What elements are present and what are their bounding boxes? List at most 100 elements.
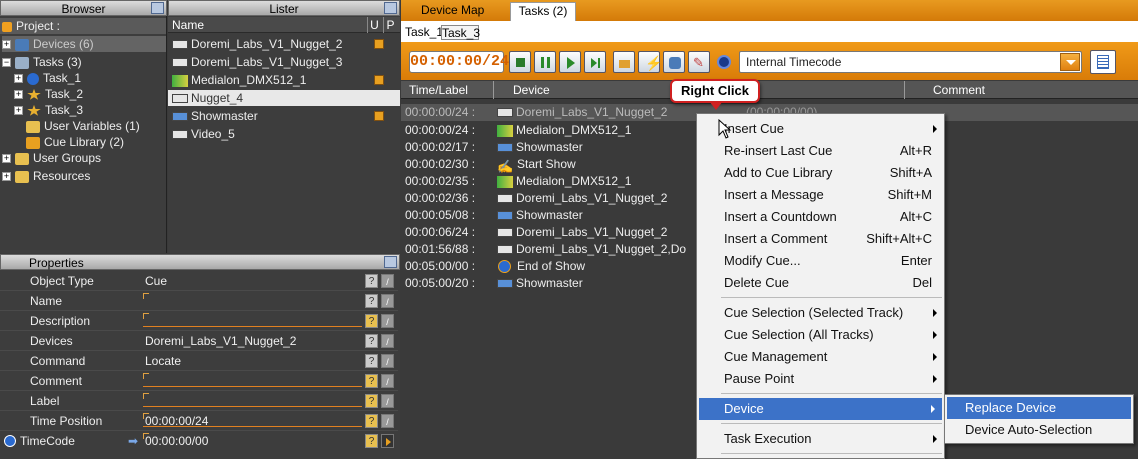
edit-icon[interactable]: / (381, 354, 394, 368)
flash-icon[interactable]: ⚡ (638, 51, 662, 73)
edit-icon[interactable]: / (381, 374, 394, 388)
lister-item-selected[interactable]: Nugget_4 (168, 90, 400, 106)
help-icon[interactable]: ? (365, 414, 378, 428)
menu-item-pause-point[interactable]: Pause Point (697, 368, 944, 390)
edit-icon[interactable]: / (381, 334, 394, 348)
menu-item-reinsert-last-cue[interactable]: Re-insert Last Cue Alt+R (697, 140, 944, 162)
menu-item-insert-message[interactable]: Insert a Message Shift+M (697, 184, 944, 206)
prop-row-description[interactable]: Description ? / (0, 311, 398, 331)
menu-item-cue-selection-selected[interactable]: Cue Selection (Selected Track) (697, 302, 944, 324)
tree-item-devices[interactable]: + Devices (6) (2, 36, 166, 52)
help-icon[interactable]: ? (365, 334, 378, 348)
tab-tasks[interactable]: Tasks (2) (510, 2, 576, 21)
timecode-source-select[interactable]: Internal Timecode (739, 51, 1082, 73)
edit-icon[interactable]: / (381, 394, 394, 408)
prop-row-devices[interactable]: Devices Doremi_Labs_V1_Nugget_2 ? / (0, 331, 398, 351)
tree-item-task-2[interactable]: + Task_2 (14, 86, 83, 102)
play-icon[interactable] (381, 434, 394, 448)
tree-item-user-variables[interactable]: User Variables (1) (26, 118, 140, 134)
prop-row-timecode[interactable]: TimeCode ➡ 00:00:00/00 ? (0, 431, 398, 451)
help-icon[interactable]: ? (365, 294, 378, 308)
prop-value[interactable]: Locate (145, 351, 181, 371)
expand-icon[interactable]: + (14, 90, 23, 100)
lister-item[interactable]: Medialon_DMX512_1 (172, 72, 396, 88)
tab-task-3[interactable]: Task_3 (441, 25, 480, 40)
wrench-icon[interactable]: ✎ (688, 51, 710, 73)
column-name[interactable]: Name (172, 17, 204, 33)
edit-icon[interactable]: / (381, 414, 394, 428)
menu-item-device[interactable]: Device (699, 398, 942, 420)
tree-item-task-3[interactable]: + Task_3 (14, 102, 83, 118)
menu-item-insert-cue[interactable]: Insert Cue (697, 118, 944, 140)
v-flag-icon (374, 75, 384, 85)
pause-button[interactable] (534, 51, 556, 73)
menu-item-task-execution[interactable]: Task Execution (697, 428, 944, 450)
prop-row-time-position[interactable]: Time Position 00:00:00/24 ? / (0, 411, 398, 431)
cue-time: 00:01:56/88 : (405, 242, 476, 256)
lister-item[interactable]: Showmaster (172, 108, 396, 124)
prop-value[interactable]: 00:00:00/24 (145, 411, 208, 431)
menu-item-device-auto-selection[interactable]: Device Auto-Selection (945, 419, 1133, 441)
stop-button[interactable] (509, 51, 531, 73)
help-icon[interactable]: ? (365, 314, 378, 328)
timecode-display[interactable]: 00:00:00/24 (409, 51, 509, 73)
prop-row-object-type: Object Type Cue ? / (0, 271, 398, 291)
next-button[interactable] (584, 51, 606, 73)
devices-icon[interactable] (663, 51, 685, 73)
collapse-icon[interactable]: − (2, 58, 11, 68)
menu-item-cue-management[interactable]: Cue Management (697, 346, 944, 368)
help-icon[interactable]: ? (365, 394, 378, 408)
edit-icon[interactable]: / (381, 274, 394, 288)
tree-item-task-1[interactable]: + Task_1 (14, 70, 81, 86)
menu-item-delete-cue[interactable]: Delete Cue Del (697, 272, 944, 294)
menu-item-replace-device[interactable]: Replace Device (947, 397, 1131, 419)
callout-pointer (709, 101, 723, 110)
help-icon[interactable]: ? (365, 374, 378, 388)
tree-item-project[interactable]: Project : (0, 18, 166, 34)
column-device[interactable]: Device (513, 81, 550, 99)
help-icon[interactable]: ? (365, 354, 378, 368)
expand-icon[interactable]: + (14, 106, 23, 116)
column-p[interactable]: P (383, 17, 397, 33)
menu-item-add-to-cue-library[interactable]: Add to Cue Library Shift+A (697, 162, 944, 184)
prop-row-name[interactable]: Name ? / (0, 291, 398, 311)
field-corner (143, 293, 149, 299)
column-u[interactable]: U (367, 17, 381, 33)
tab-device-map[interactable]: Device Map (421, 3, 484, 17)
help-icon[interactable]: ? (365, 274, 378, 288)
help-icon[interactable]: ? (365, 434, 378, 448)
expand-icon[interactable]: + (2, 40, 11, 50)
tab-task-1[interactable]: Task_1 (405, 24, 443, 41)
lister-item[interactable]: Doremi_Labs_V1_Nugget_2 (172, 36, 396, 52)
prop-row-label[interactable]: Label ? / (0, 391, 398, 411)
tree-item-tasks[interactable]: − Tasks (3) (2, 54, 82, 70)
browser-options-icon[interactable] (151, 2, 164, 14)
tree-item-user-groups[interactable]: + User Groups (2, 150, 101, 166)
prop-row-command[interactable]: Command Locate ? / (0, 351, 398, 371)
prop-row-comment[interactable]: Comment ? / (0, 371, 398, 391)
list-view-icon[interactable] (1090, 50, 1116, 74)
showmaster-icon (497, 143, 513, 153)
column-time-label[interactable]: Time/Label (409, 81, 468, 99)
column-comment[interactable]: Comment (933, 81, 985, 99)
properties-options-icon[interactable] (384, 256, 397, 268)
lister-options-icon[interactable] (384, 2, 397, 14)
tree-item-resources[interactable]: + Resources (2, 168, 90, 184)
chevron-down-icon[interactable] (1060, 53, 1080, 71)
menu-item-cue-selection-all[interactable]: Cue Selection (All Tracks) (697, 324, 944, 346)
prop-value[interactable]: 00:00:00/00 (145, 431, 208, 451)
menu-item-modify-cue[interactable]: Modify Cue... Enter (697, 250, 944, 272)
lister-item[interactable]: Doremi_Labs_V1_Nugget_3 (172, 54, 396, 70)
tree-item-cue-library[interactable]: Cue Library (2) (26, 134, 124, 150)
expand-icon[interactable]: + (14, 74, 23, 84)
edit-icon[interactable]: / (381, 294, 394, 308)
edit-icon[interactable]: / (381, 314, 394, 328)
menu-item-insert-countdown[interactable]: Insert a Countdown Alt+C (697, 206, 944, 228)
play-button[interactable] (559, 51, 581, 73)
lock-icon[interactable] (613, 51, 635, 73)
expand-icon[interactable]: + (2, 172, 11, 182)
menu-item-insert-comment[interactable]: Insert a Comment Shift+Alt+C (697, 228, 944, 250)
prop-value[interactable]: Doremi_Labs_V1_Nugget_2 (145, 331, 296, 351)
expand-icon[interactable]: + (2, 154, 11, 164)
lister-item[interactable]: Video_5 (172, 126, 396, 142)
